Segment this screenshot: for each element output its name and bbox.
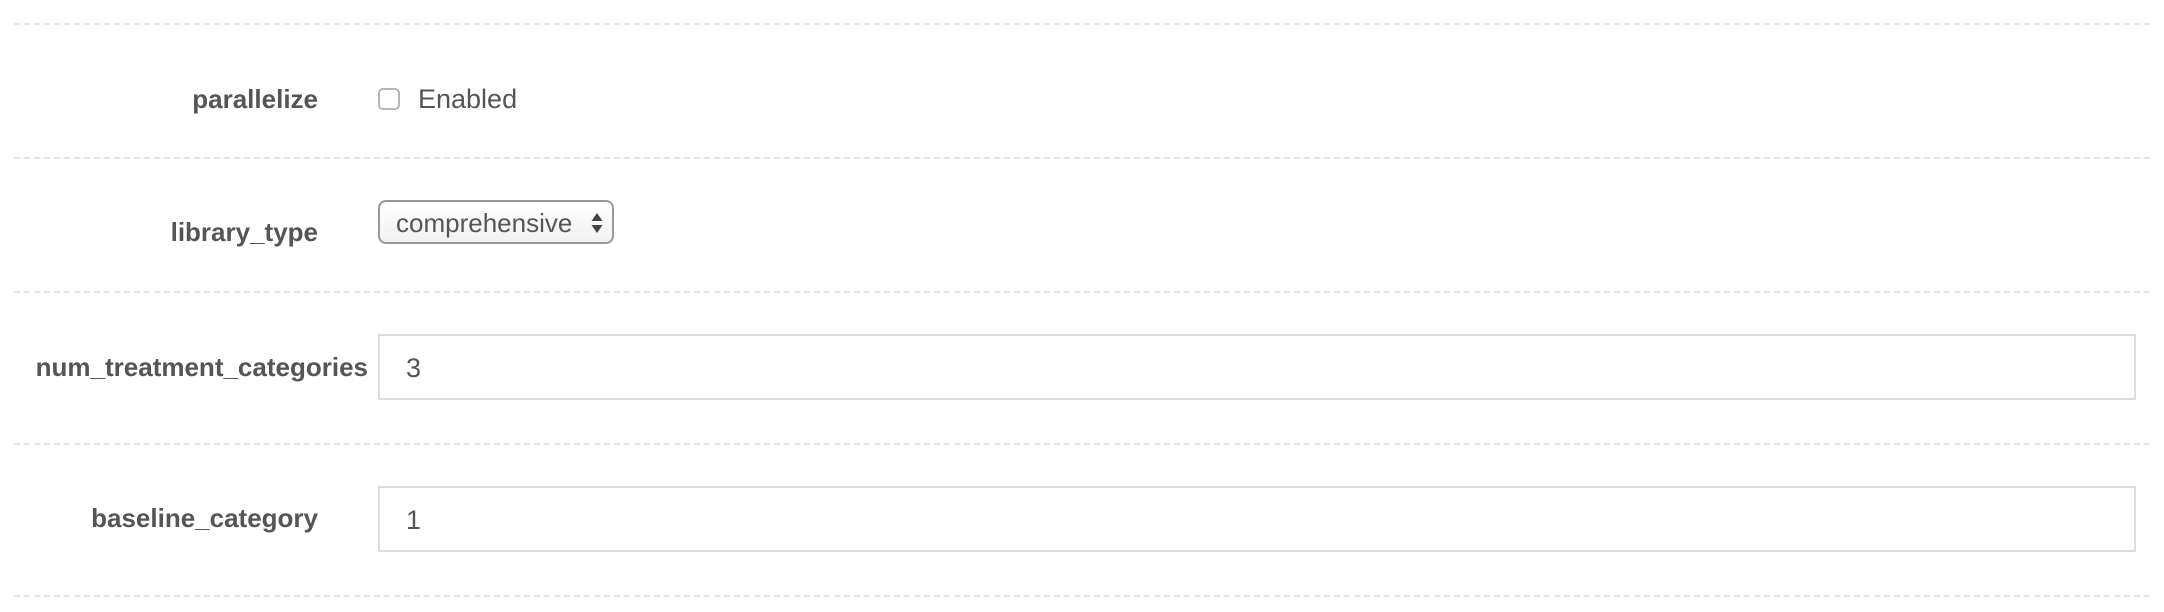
library-type-selected-value: comprehensive xyxy=(396,208,573,238)
baseline-category-value: 1 xyxy=(406,505,422,535)
parameter-form: parallelize Enabled library_type compreh… xyxy=(0,0,2164,612)
baseline-category-input[interactable]: 1 xyxy=(378,486,2136,552)
row-divider xyxy=(14,595,2150,597)
up-down-arrows-icon xyxy=(591,213,603,233)
num-treatment-categories-label: num_treatment_categories xyxy=(35,352,368,382)
num-treatment-categories-value: 3 xyxy=(406,353,422,383)
parallelize-enabled-label[interactable]: Enabled xyxy=(418,84,517,114)
library-type-label: library_type xyxy=(170,217,318,247)
row-divider xyxy=(14,291,2150,293)
baseline-category-label: baseline_category xyxy=(91,503,318,533)
library-type-select[interactable]: comprehensive xyxy=(378,200,614,244)
row-divider xyxy=(14,157,2150,159)
num-treatment-categories-input[interactable]: 3 xyxy=(378,334,2136,400)
row-divider xyxy=(14,23,2150,25)
parallelize-label: parallelize xyxy=(192,84,318,114)
row-divider xyxy=(14,443,2150,445)
parallelize-checkbox[interactable] xyxy=(378,88,400,110)
